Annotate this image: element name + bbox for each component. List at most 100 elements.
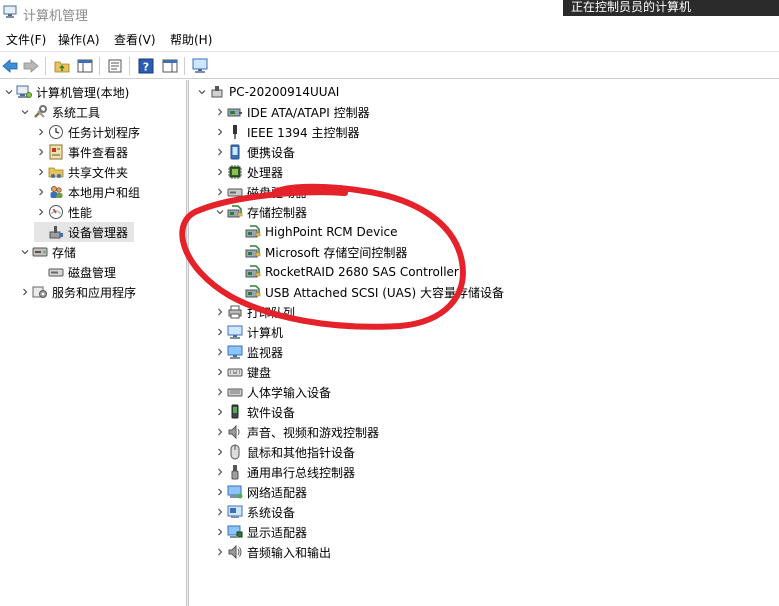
chevron-right-icon[interactable] <box>213 322 227 342</box>
forward-arrow-icon[interactable] <box>21 56 41 76</box>
chevron-down-icon[interactable] <box>18 242 32 262</box>
chevron-right-icon[interactable] <box>213 342 227 362</box>
nav-tree-item[interactable]: 计算机管理(本地) <box>2 82 129 102</box>
chevron-right-icon[interactable] <box>34 182 48 202</box>
device-tree-item[interactable]: 通用串行总线控制器 <box>213 462 355 482</box>
chevron-right-icon[interactable] <box>213 102 227 122</box>
users-icon <box>48 184 64 200</box>
chevron-right-icon[interactable] <box>213 442 227 462</box>
chevron-right-icon[interactable] <box>213 482 227 502</box>
device-tree-item[interactable]: 系统设备 <box>213 502 295 522</box>
menu-view[interactable]: 查看(V) <box>114 31 156 48</box>
device-tree-label: 声音、视频和游戏控制器 <box>247 425 380 440</box>
chevron-right-icon[interactable] <box>213 402 227 422</box>
device-tree-label: 计算机 <box>247 325 284 340</box>
device-tree-item[interactable]: IEEE 1394 主控制器 <box>213 122 359 142</box>
chevron-right-icon[interactable] <box>213 182 227 202</box>
nav-tree-label: 系统工具 <box>52 105 101 120</box>
device-tree-item[interactable]: 人体学输入设备 <box>213 382 331 402</box>
nav-tree-item[interactable]: 设备管理器 <box>34 222 135 242</box>
chevron-down-icon[interactable] <box>213 202 227 222</box>
chevron-right-icon[interactable] <box>213 122 227 142</box>
pc-icon <box>209 84 225 100</box>
nav-tree-item[interactable]: 共享文件夹 <box>34 162 128 182</box>
nav-tree-item[interactable]: 性能 <box>34 202 92 222</box>
device-tree-item[interactable]: 鼠标和其他指针设备 <box>213 442 355 462</box>
device-tree-label: IDE ATA/ATAPI 控制器 <box>247 105 370 120</box>
chevron-right-icon[interactable] <box>213 542 227 562</box>
chevron-down-icon[interactable] <box>18 102 32 122</box>
nav-tree-item[interactable]: 磁盘管理 <box>34 262 116 282</box>
storage-icon <box>32 244 48 260</box>
nav-tree-label: 性能 <box>68 205 93 220</box>
chevron-right-icon[interactable] <box>34 122 48 142</box>
nav-tree-item[interactable]: 本地用户和组 <box>34 182 140 202</box>
chevron-right-icon[interactable] <box>213 522 227 542</box>
navigation-tree[interactable]: 计算机管理(本地) 系统工具任务计划程序 事件查看器共享文件夹本地用户和组性能设备管… <box>0 80 186 606</box>
nav-tree-label: 磁盘管理 <box>68 265 117 280</box>
device-tree-item[interactable]: 显示适配器 <box>213 522 307 542</box>
chevron-down-icon[interactable] <box>195 82 209 102</box>
monitor-scan-icon[interactable] <box>190 56 210 76</box>
menu-action[interactable]: 操作(A) <box>58 31 100 48</box>
chevron-right-icon[interactable] <box>34 142 48 162</box>
chevron-right-icon[interactable] <box>213 142 227 162</box>
menu-file[interactable]: 文件(F) <box>6 31 46 48</box>
nav-tree-item[interactable]: 事件查看器 <box>34 142 128 162</box>
device-tree-item[interactable]: 网络适配器 <box>213 482 307 502</box>
device-tree-item[interactable]: 计算机 <box>213 322 283 342</box>
title-bar: 计算机管理 正在控制员员的计算机 <box>0 0 779 26</box>
device-tree-item[interactable]: RocketRAID 2680 SAS Controller <box>231 262 459 282</box>
device-tree-item[interactable]: 声音、视频和游戏控制器 <box>213 422 379 442</box>
portable-device-icon <box>227 144 243 160</box>
device-tree-item[interactable]: 监视器 <box>213 342 283 362</box>
chevron-right-icon[interactable] <box>213 422 227 442</box>
device-tree-item[interactable]: 打印队列 <box>213 302 295 322</box>
system-device-icon <box>227 504 243 520</box>
chevron-right-icon[interactable] <box>213 162 227 182</box>
nav-tree-item[interactable]: 任务计划程序 <box>34 122 140 142</box>
nav-tree-item[interactable]: 服务和应用程序 <box>18 282 136 302</box>
back-arrow-icon[interactable] <box>0 56 20 76</box>
disk-drive-icon <box>227 184 243 200</box>
printer-icon <box>227 304 243 320</box>
device-tree-item[interactable]: Microsoft 存储空间控制器 <box>231 242 407 262</box>
device-tree-label: 打印队列 <box>247 305 296 320</box>
chevron-right-icon[interactable] <box>213 462 227 482</box>
nav-tree-item[interactable]: 系统工具 <box>18 102 100 122</box>
chevron-right-icon[interactable] <box>34 202 48 222</box>
nav-tree-item[interactable]: 存储 <box>18 242 76 262</box>
device-tree-item[interactable]: 处理器 <box>213 162 283 182</box>
storage-controller-icon <box>227 204 243 220</box>
device-tree-item[interactable]: 音频输入和输出 <box>213 542 331 562</box>
device-tree-item[interactable]: PC-20200914UUAI <box>195 82 339 102</box>
device-tree-item[interactable]: 磁盘驱动器 <box>213 182 307 202</box>
device-tree-item[interactable]: 存储控制器 <box>213 202 307 222</box>
device-tree-item[interactable]: HighPoint RCM Device <box>231 222 398 242</box>
menu-help[interactable]: 帮助(H) <box>170 31 212 48</box>
chevron-right-icon[interactable] <box>213 362 227 382</box>
device-tree-label: 人体学输入设备 <box>247 385 332 400</box>
device-tree-label: 便携设备 <box>247 145 296 160</box>
chevron-down-icon[interactable] <box>2 82 16 102</box>
device-tree[interactable]: PC-20200914UUAI IDE ATA/ATAPI 控制器 IEEE 139… <box>189 80 779 606</box>
chevron-right-icon[interactable] <box>18 282 32 302</box>
display-adapter-icon <box>227 524 243 540</box>
chevron-right-icon[interactable] <box>213 502 227 522</box>
help-icon[interactable]: ? <box>136 56 156 76</box>
action-pane-icon[interactable] <box>160 56 180 76</box>
chevron-right-icon[interactable] <box>213 382 227 402</box>
up-folder-icon[interactable] <box>52 56 72 76</box>
chevron-right-icon[interactable] <box>34 162 48 182</box>
device-tree-item[interactable]: USB Attached SCSI (UAS) 大容量存储设备 <box>231 282 504 302</box>
device-tree-item[interactable]: IDE ATA/ATAPI 控制器 <box>213 102 370 122</box>
device-tree-label: IEEE 1394 主控制器 <box>247 125 360 140</box>
device-tree-item[interactable]: 便携设备 <box>213 142 295 162</box>
chevron-right-icon[interactable] <box>213 302 227 322</box>
properties-icon[interactable] <box>105 56 125 76</box>
nav-tree-label: 共享文件夹 <box>68 165 129 180</box>
services-icon <box>32 284 48 300</box>
device-tree-item[interactable]: 软件设备 <box>213 402 295 422</box>
device-tree-item[interactable]: 键盘 <box>213 362 271 382</box>
show-hide-tree-icon[interactable] <box>75 56 95 76</box>
